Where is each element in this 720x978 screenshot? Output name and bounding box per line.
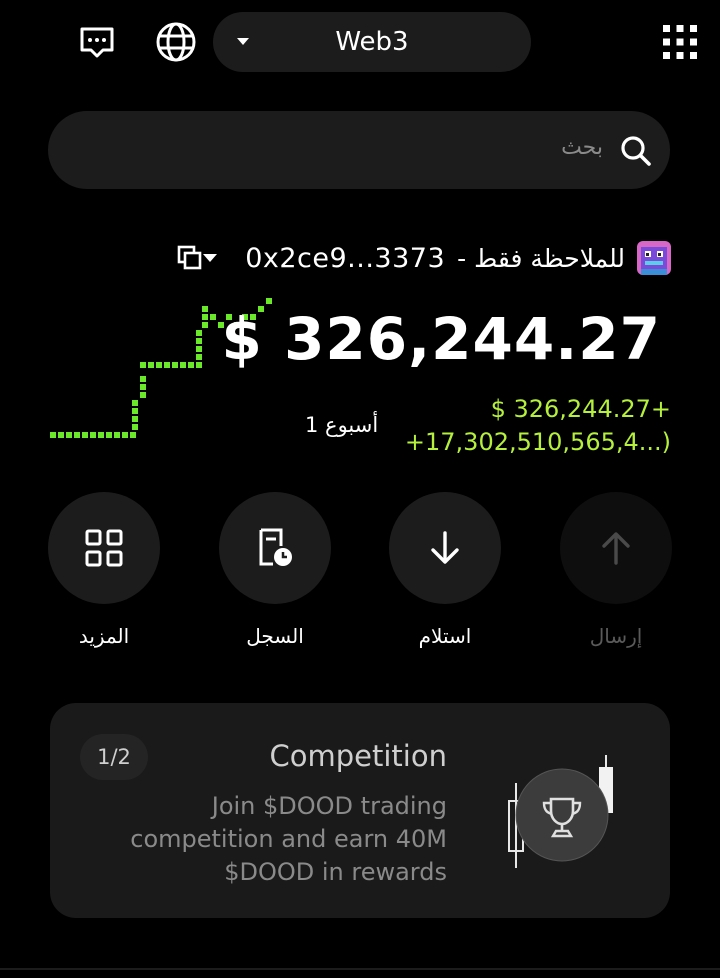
history-label: السجل [246,624,304,648]
chevron-down-icon [237,38,249,45]
divider [0,968,720,970]
network-selector[interactable]: Web3 [213,12,531,72]
promo-description: Join $DOOD trading competition and earn … [130,792,447,886]
send-label: إرسال [589,624,643,648]
period-label[interactable]: أسبوع 1 [305,413,378,437]
promo-title: Competition [269,739,447,773]
send-button[interactable] [560,492,672,604]
avatar [637,241,671,275]
balance-change-amount: +326,244.27 $ [490,395,671,423]
history-icon [259,528,292,566]
arrow-down-icon [431,531,459,564]
grid-icon[interactable] [656,18,704,66]
receive-button[interactable] [389,492,501,604]
history-button[interactable] [219,492,331,604]
trophy-icon [542,797,582,838]
more-label: المزيد [78,624,130,648]
balance-change-percent: +17,302,510,565,4...) [404,428,671,456]
chat-icon[interactable] [73,18,121,66]
search-placeholder: بحث [561,135,603,160]
wallet-selector[interactable]: للملاحظة فقط - 0x2ce9...3373 [177,238,671,278]
network-label: Web3 [335,27,409,57]
receive-label: استلام [418,624,472,648]
promo-card[interactable]: 1/2 Competition Join $DOOD trading compe… [50,703,670,918]
arrow-up-icon [602,532,630,565]
grid-icon [85,529,123,567]
chevron-down-icon[interactable] [203,254,218,262]
pager-badge: 1/2 [80,734,148,780]
wallet-label: للملاحظة فقط - [457,243,625,273]
total-balance: $ 326,244.27 [221,305,661,373]
globe-icon[interactable] [152,18,200,66]
copy-icon[interactable] [177,245,203,271]
wallet-address: 0x2ce9...3373 [245,242,446,274]
search-icon [621,136,651,166]
more-button[interactable] [48,492,160,604]
search-bar[interactable]: بحث [48,111,670,189]
